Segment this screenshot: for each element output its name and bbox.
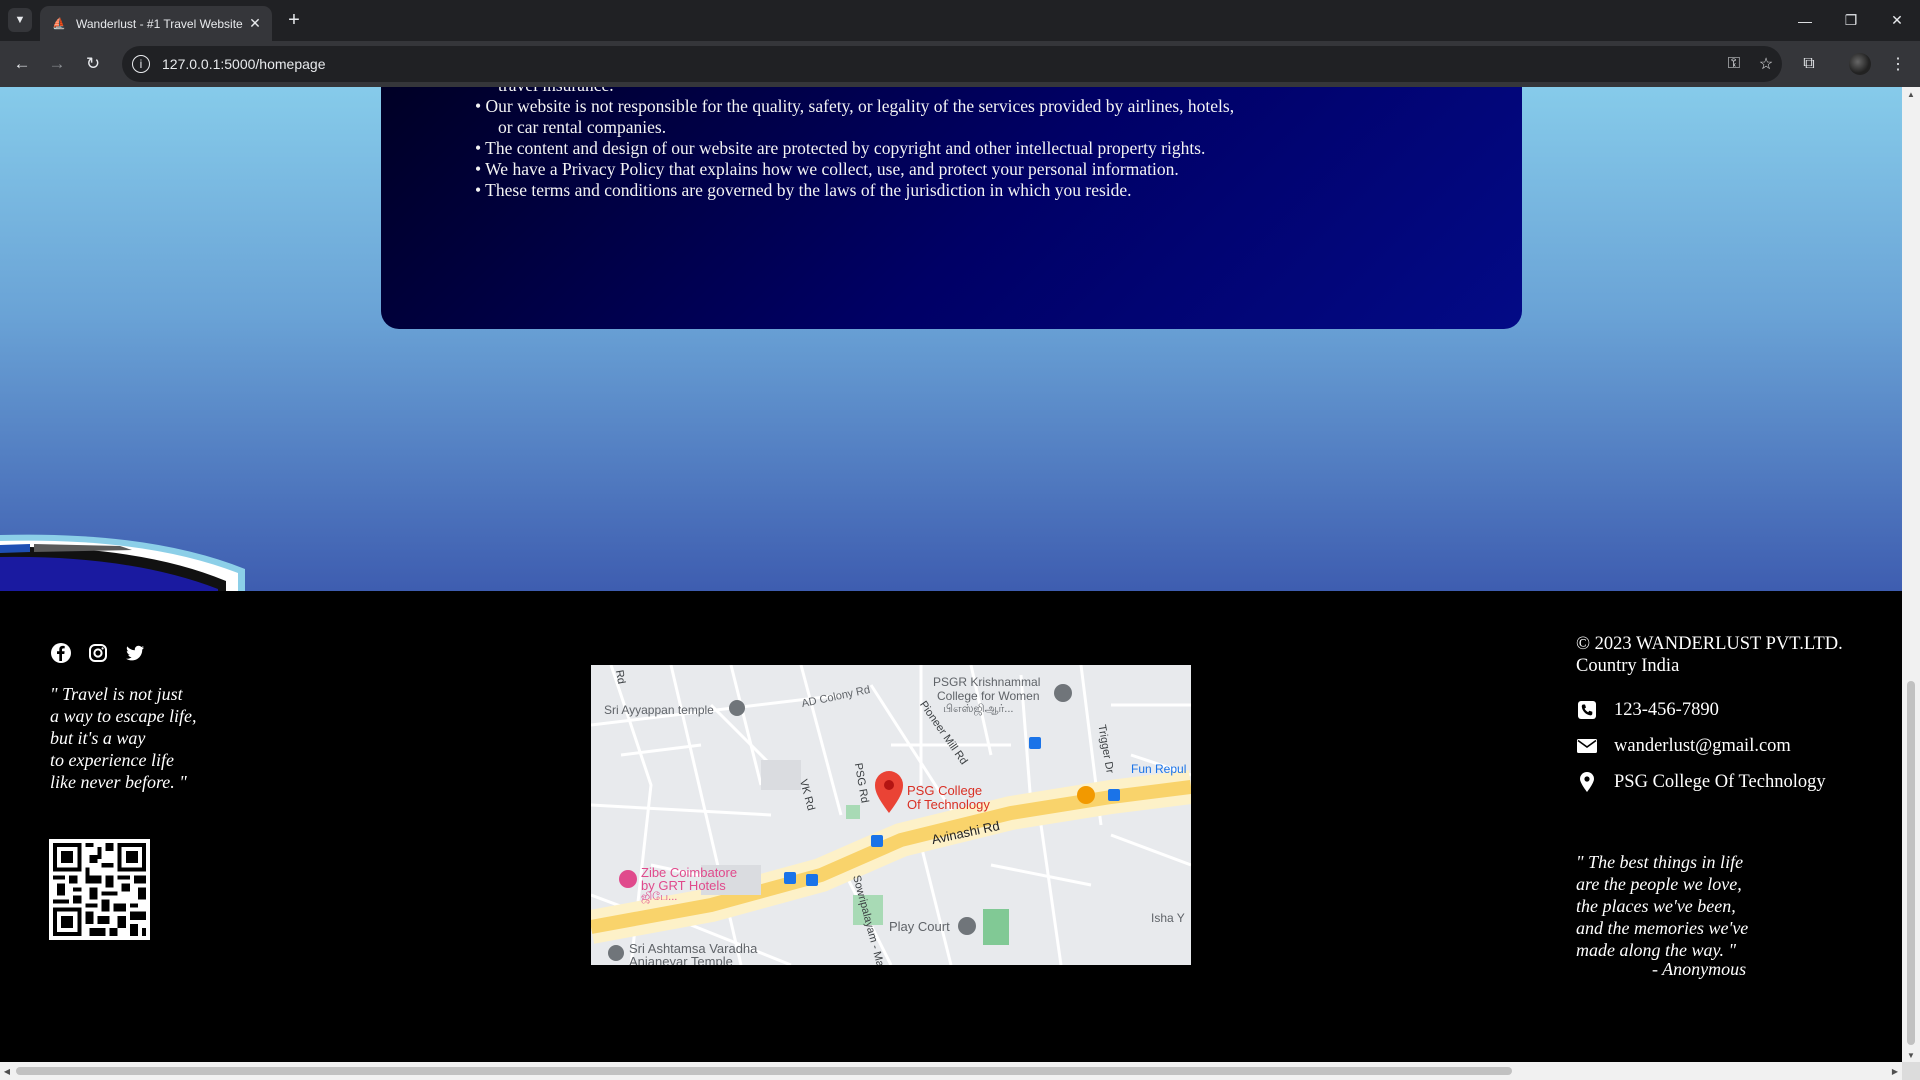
browser-menu-button[interactable]: ⋮ — [1884, 50, 1912, 78]
profile-button[interactable] — [1846, 50, 1874, 78]
more-vert-icon: ⋮ — [1890, 56, 1906, 73]
avatar — [1849, 53, 1871, 75]
map-label: Rd — [612, 669, 628, 685]
qr-code — [49, 839, 150, 940]
terms-item: • We have a Privacy Policy that explains… — [475, 159, 1179, 179]
map-label: Of Technology — [907, 797, 990, 812]
arrow-right-icon: → — [48, 54, 66, 73]
vertical-scrollbar[interactable]: ▲ ▼ — [1902, 87, 1920, 1062]
site-footer: " Travel is not just a way to escape lif… — [0, 591, 1902, 1062]
bookmark-star-icon[interactable]: ☆ — [1750, 54, 1782, 74]
map-label: Anjaneyar Temple — [629, 954, 733, 965]
scroll-up-arrow-icon[interactable]: ▲ — [1902, 87, 1920, 101]
phone-icon — [1576, 699, 1598, 721]
browser-tab[interactable]: ⛵ Wanderlust - #1 Travel Website ✕ — [40, 6, 272, 41]
quote-line: like never before. " — [50, 772, 187, 792]
social-links — [49, 641, 146, 664]
quote-line: " Travel is not just — [50, 684, 183, 704]
location-map[interactable]: Sri Ayyappan temple AD Colony Rd PSGR Kr… — [591, 665, 1191, 965]
address-bar[interactable]: i 127.0.0.1:5000/homepage ⚿ ☆ — [122, 46, 1782, 82]
email-contact: wanderlust@gmail.com — [1576, 735, 1791, 757]
map-label: ஜிபே... — [641, 891, 678, 903]
minimize-button[interactable]: — — [1782, 0, 1828, 41]
favicon-icon: ⛵ — [52, 18, 66, 30]
facebook-icon[interactable] — [49, 641, 72, 664]
quote-line: but it's a way — [50, 728, 146, 748]
map-label: Fun Repul — [1131, 762, 1187, 776]
terms-cut-line: travel insurance. — [475, 87, 1475, 96]
restore-button[interactable]: ❐ — [1828, 0, 1874, 41]
vehicle-illustration — [0, 534, 245, 593]
quote-line: to experience life — [50, 750, 174, 770]
chevron-down-icon: ▼ — [14, 14, 26, 26]
reload-button[interactable]: ↻ — [79, 50, 107, 78]
forward-button[interactable]: → — [43, 50, 71, 78]
tab-title: Wanderlust - #1 Travel Website — [76, 16, 243, 31]
terms-item-continuation: or car rental companies. — [498, 117, 667, 137]
terms-item: • The content and design of our website … — [475, 138, 1206, 158]
scrollbar-corner — [1902, 1062, 1920, 1080]
terms-list: travel insurance. • Our website is not r… — [475, 87, 1475, 201]
horizontal-scroll-thumb[interactable] — [16, 1067, 1512, 1075]
browser-toolbar: ← → ↻ i 127.0.0.1:5000/homepage ⚿ ☆ ⧉ ⋮ — [0, 41, 1920, 87]
quote-line: are the people we love, — [1576, 874, 1742, 894]
email-address[interactable]: wanderlust@gmail.com — [1614, 736, 1791, 757]
map-label: PSG College — [907, 783, 983, 798]
map-label: பிஎஸ்ஜிஆர்... — [943, 703, 1014, 715]
plus-icon: + — [288, 8, 300, 31]
location-pin-icon — [1576, 771, 1598, 793]
horizontal-scrollbar[interactable]: ◀ ▶ — [0, 1062, 1902, 1080]
location-contact: PSG College Of Technology — [1576, 771, 1826, 793]
puzzle-icon: ⧉ — [1803, 55, 1815, 72]
scroll-right-arrow-icon[interactable]: ▶ — [1888, 1062, 1902, 1080]
quote-author: - Anonymous — [1652, 959, 1747, 979]
memories-quote: " The best things in life are the people… — [1576, 851, 1748, 961]
extensions-button[interactable]: ⧉ — [1795, 50, 1823, 78]
terms-item: • These terms and conditions are governe… — [475, 180, 1132, 200]
map-label: Play Court — [889, 919, 950, 934]
quote-line: " The best things in life — [1576, 852, 1744, 872]
contact-column: © 2023 WANDERLUST PVT.LTD. Country India… — [1576, 633, 1896, 979]
browser-tab-bar: ▼ ⛵ Wanderlust - #1 Travel Website ✕ + —… — [0, 0, 1920, 41]
terms-item-text: • Our website is not responsible for the… — [475, 96, 1235, 116]
map-label: Sri Ayyappan temple — [604, 703, 714, 717]
instagram-icon[interactable] — [86, 641, 109, 664]
quote-line: a way to escape life, — [50, 706, 197, 726]
site-info-icon[interactable]: i — [132, 55, 150, 73]
map-label: Isha Y — [1151, 911, 1185, 925]
quote-line: the places we've been, — [1576, 896, 1736, 916]
page-viewport: travel insurance. • Our website is not r… — [0, 87, 1902, 1062]
map-label: PSGR Krishnammal — [933, 675, 1041, 689]
scroll-down-arrow-icon[interactable]: ▼ — [1902, 1048, 1920, 1062]
location-text: PSG College Of Technology — [1614, 771, 1826, 792]
country: Country India — [1576, 656, 1680, 676]
back-button[interactable]: ← — [8, 50, 36, 78]
reload-icon: ↻ — [85, 54, 101, 73]
map-label: College for Women — [937, 689, 1040, 703]
phone-contact: 123-456-7890 — [1576, 699, 1719, 721]
copyright: © 2023 WANDERLUST PVT.LTD. — [1576, 634, 1843, 654]
quote-line: made along the way. " — [1576, 940, 1737, 960]
envelope-icon — [1576, 735, 1598, 757]
terms-box: travel insurance. • Our website is not r… — [381, 87, 1522, 329]
terms-item: • Our website is not responsible for the… — [475, 96, 1475, 138]
vertical-scroll-thumb[interactable] — [1907, 681, 1915, 1045]
password-key-icon[interactable]: ⚿ — [1718, 55, 1750, 73]
close-tab-icon[interactable]: ✕ — [244, 15, 266, 32]
close-window-button[interactable]: ✕ — [1874, 0, 1920, 41]
arrow-left-icon: ← — [13, 54, 31, 73]
tab-search-button[interactable]: ▼ — [8, 8, 32, 32]
travel-quote: " Travel is not just a way to escape lif… — [50, 683, 196, 793]
quote-line: and the memories we've — [1576, 918, 1749, 938]
twitter-icon[interactable] — [123, 641, 146, 664]
new-tab-button[interactable]: + — [282, 8, 306, 32]
phone-number[interactable]: 123-456-7890 — [1614, 700, 1719, 721]
url-text[interactable]: 127.0.0.1:5000/homepage — [162, 56, 1718, 72]
scroll-left-arrow-icon[interactable]: ◀ — [0, 1062, 14, 1080]
